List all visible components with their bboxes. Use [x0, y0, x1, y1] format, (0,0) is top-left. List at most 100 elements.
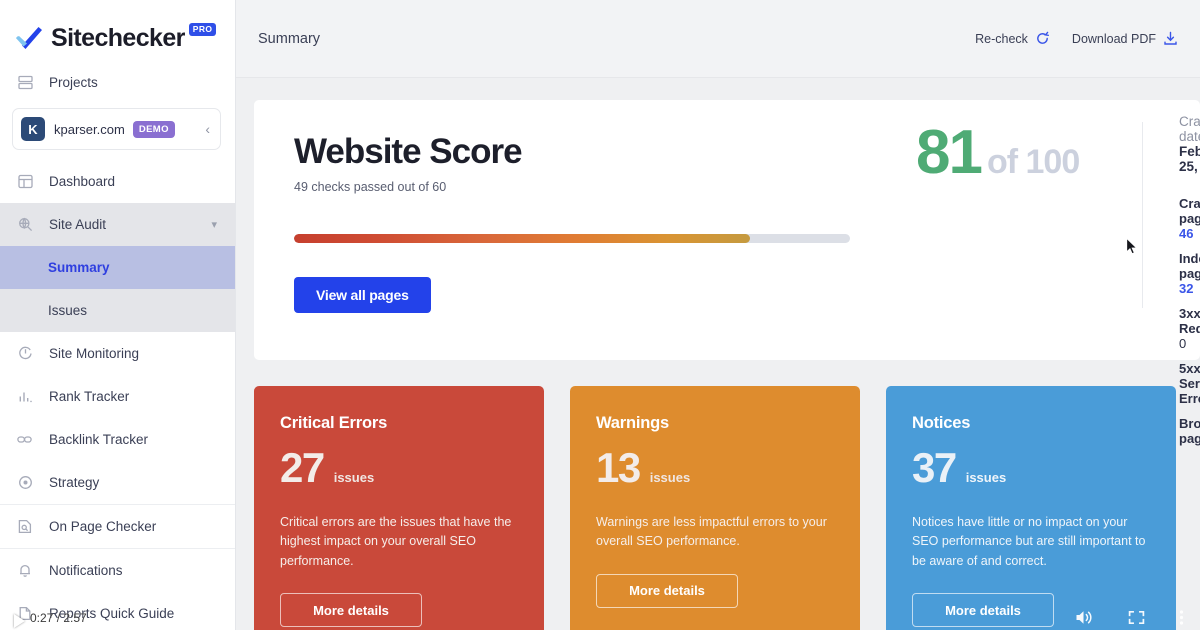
issue-card-unit: issues — [333, 470, 375, 485]
crawl-stat-value[interactable]: 32 — [1179, 281, 1193, 296]
issue-card-description: Critical errors are the issues that have… — [280, 515, 512, 568]
crawl-stat-row: Broken pages: 0 — [1179, 416, 1200, 446]
crawl-stat-row: 3xx Redirect: 0 — [1179, 306, 1200, 351]
crawled-date-label: Crawled date: — [1179, 114, 1200, 144]
issue-card-count: 27 — [280, 444, 325, 491]
sidebar-item-label: Rank Tracker — [49, 389, 130, 404]
crawled-date-value: February 25, 2020 — [1179, 144, 1200, 174]
download-icon — [1163, 31, 1178, 46]
sidebar: Sitechecker PRO Projects K kparser.com D… — [0, 0, 236, 630]
recheck-label: Re-check — [975, 31, 1028, 46]
issue-card-count: 37 — [912, 444, 957, 491]
issue-card-critical-errors[interactable]: Critical Errors 27 issues Critical error… — [254, 386, 544, 630]
crawled-date: Crawled date: February 25, 2020 — [1179, 114, 1200, 174]
sidebar-item-summary[interactable]: Summary — [0, 246, 235, 289]
link-chain-icon — [14, 429, 36, 451]
more-details-button[interactable]: More details — [280, 593, 422, 628]
mouse-cursor — [1126, 237, 1138, 260]
sidebar-item-dashboard[interactable]: Dashboard — [0, 160, 235, 203]
project-name: kparser.com — [54, 121, 125, 137]
topbar-actions: Re-check Download PDF — [975, 31, 1178, 46]
score-progress-track — [294, 233, 850, 243]
sidebar-item-backlink-tracker[interactable]: Backlink Tracker — [0, 418, 235, 461]
issue-card-unit: issues — [965, 470, 1007, 485]
download-pdf-label: Download PDF — [1071, 31, 1156, 46]
crawl-stat-label: Broken pages: — [1179, 416, 1200, 446]
more-details-button[interactable]: More details — [596, 573, 738, 608]
sidebar-subitem-label: Summary — [48, 260, 110, 275]
monitoring-gauge-icon — [14, 343, 36, 365]
sidebar-item-label: Backlink Tracker — [49, 432, 149, 447]
brand-logo[interactable]: Sitechecker PRO — [0, 0, 235, 58]
demo-badge: DEMO — [132, 120, 175, 138]
content-area: Website Score 49 checks passed out of 60… — [236, 78, 1200, 630]
sidebar-item-label: Notifications — [49, 563, 123, 578]
score-max-label: of 100 — [986, 143, 1080, 181]
sidebar-item-on-page-checker[interactable]: On Page Checker — [0, 505, 235, 548]
score-subtitle: 49 checks passed out of 60 — [294, 179, 447, 194]
sidebar-item-reports-quick-guide[interactable]: Reports Quick Guide — [0, 592, 235, 630]
sidebar-subitem-label: Issues — [48, 303, 88, 318]
main-content: Summary Re-check Download PDF Website Sc… — [236, 0, 1200, 630]
view-all-pages-button[interactable]: View all pages — [294, 276, 431, 313]
sidebar-item-label: Site Monitoring — [49, 346, 140, 361]
more-details-button[interactable]: More details — [912, 593, 1054, 628]
document-search-icon — [14, 516, 36, 538]
crawl-stat-row: Crawled pages: 46 — [1179, 196, 1200, 241]
crawl-stat-value[interactable]: 46 — [1179, 226, 1193, 241]
score-title: Website Score — [294, 132, 523, 171]
crawl-stats-panel: Crawled date: February 25, 2020 Crawled … — [1179, 114, 1200, 456]
issue-card-title: Critical Errors — [280, 414, 388, 432]
issue-card-notices[interactable]: Notices 37 issues Notices have little or… — [886, 386, 1176, 630]
sidebar-item-label: On Page Checker — [49, 519, 157, 534]
issue-cards-row: Critical Errors 27 issues Critical error… — [254, 386, 1200, 630]
refresh-icon — [1035, 31, 1050, 46]
issue-card-count-group: 37 issues — [912, 447, 1150, 489]
projects-stack-icon — [14, 71, 36, 93]
sidebar-item-site-audit[interactable]: Site Audit ▾ — [0, 203, 235, 246]
page-title: Summary — [258, 30, 321, 47]
chevron-left-icon[interactable]: ‹ — [205, 121, 212, 137]
crawl-stat-row: Indexed pages: 32 — [1179, 251, 1200, 296]
chevron-down-icon[interactable]: ▾ — [211, 218, 217, 231]
score-progress-fill — [294, 233, 750, 243]
brand-name: Sitechecker — [51, 23, 185, 52]
dashboard-grid-icon — [14, 171, 36, 193]
sidebar-item-issues[interactable]: Issues — [0, 289, 235, 332]
crawl-stat-label: Indexed pages: — [1179, 251, 1200, 281]
vertical-divider — [1142, 122, 1143, 308]
crawl-stat-label: Crawled pages: — [1179, 196, 1200, 226]
project-avatar: K — [21, 117, 45, 141]
recheck-button[interactable]: Re-check — [975, 31, 1050, 46]
app-root: Sitechecker PRO Projects K kparser.com D… — [0, 0, 1200, 630]
sidebar-item-site-monitoring[interactable]: Site Monitoring — [0, 332, 235, 375]
issue-card-count: 13 — [596, 444, 641, 491]
pro-badge: PRO — [188, 22, 217, 36]
sidebar-item-rank-tracker[interactable]: Rank Tracker — [0, 375, 235, 418]
sidebar-item-notifications[interactable]: Notifications — [0, 549, 235, 592]
report-file-icon — [14, 603, 36, 625]
sidebar-item-label: Dashboard — [49, 174, 116, 189]
bar-chart-icon — [14, 386, 36, 408]
topbar: Summary Re-check Download PDF — [236, 0, 1200, 78]
target-icon — [14, 472, 36, 494]
sidebar-item-label: Site Audit — [49, 217, 107, 232]
score-card-left: Website Score 49 checks passed out of 60… — [254, 132, 870, 360]
score-value: 81 — [916, 118, 983, 187]
bell-icon — [14, 560, 36, 582]
project-selector[interactable]: K kparser.com DEMO ‹ — [12, 108, 221, 150]
magnifier-globe-icon — [14, 214, 36, 236]
sidebar-item-label: Projects — [49, 74, 98, 90]
crawl-stat-label: 5xx Server Errors: — [1179, 361, 1200, 406]
checkmark-logo-icon — [14, 25, 44, 51]
issue-card-title: Warnings — [596, 414, 669, 432]
issue-card-title: Notices — [912, 414, 971, 432]
crawl-stat-value: 0 — [1179, 336, 1187, 351]
issue-card-unit: issues — [649, 470, 691, 485]
download-pdf-button[interactable]: Download PDF — [1072, 31, 1178, 46]
sidebar-item-label: Strategy — [49, 475, 100, 490]
sidebar-item-strategy[interactable]: Strategy — [0, 461, 235, 504]
sidebar-item-projects[interactable]: Projects — [0, 58, 235, 106]
issue-card-warnings[interactable]: Warnings 13 issues Warnings are less imp… — [570, 386, 860, 630]
issue-card-count-group: 27 issues — [280, 447, 518, 489]
